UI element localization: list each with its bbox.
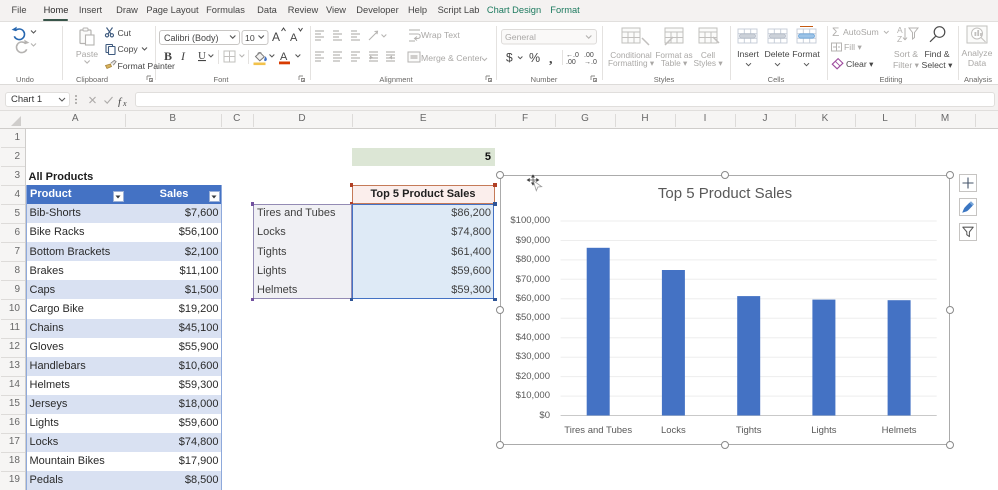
svg-text:Σ: Σ — [832, 25, 839, 39]
svg-text:←.0: ←.0 — [566, 52, 579, 59]
svg-text:A: A — [272, 30, 280, 44]
svg-text:.00: .00 — [584, 52, 594, 59]
svg-text:Z: Z — [897, 34, 902, 44]
svg-text:U: U — [198, 50, 206, 62]
svg-text:%: % — [529, 51, 540, 65]
svg-text:→.0: →.0 — [584, 59, 597, 66]
svg-text:x: x — [122, 99, 127, 107]
svg-text:$: $ — [506, 51, 513, 65]
svg-text:A: A — [280, 51, 288, 63]
svg-text:.00: .00 — [566, 59, 576, 66]
svg-text:,: , — [549, 52, 553, 67]
svg-text:A: A — [290, 32, 298, 44]
svg-text:I: I — [180, 49, 186, 63]
